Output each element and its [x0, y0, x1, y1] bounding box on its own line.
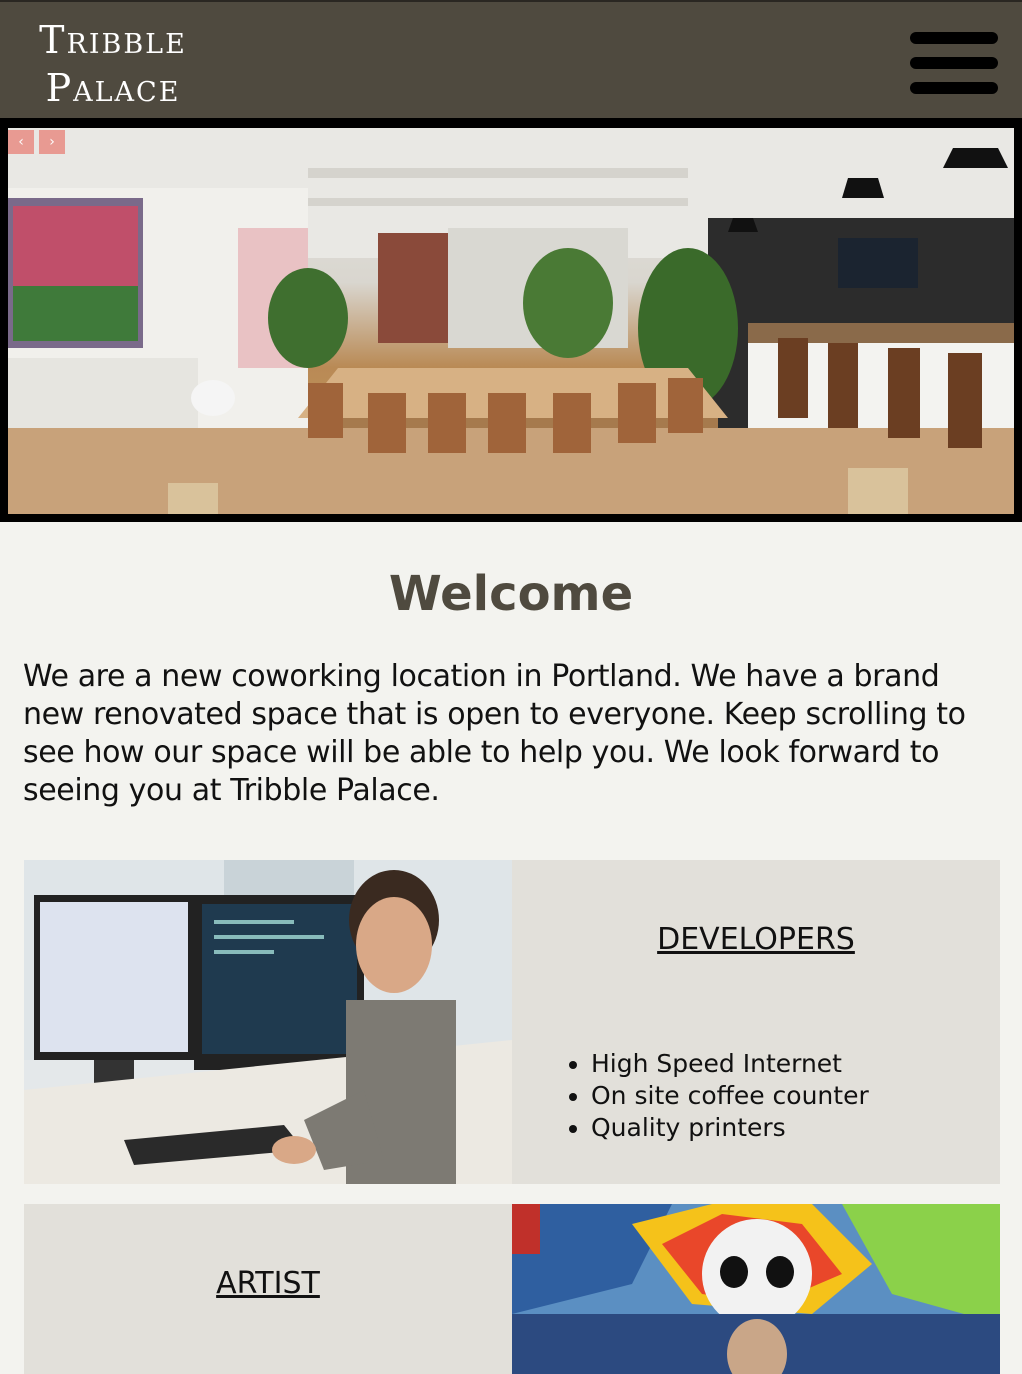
developers-card: DEVELOPERS High Speed Internet On site c… [24, 860, 1000, 1184]
hamburger-menu-icon[interactable] [908, 30, 1000, 96]
list-item: Quality printers [591, 1112, 869, 1144]
list-item: On site coffee counter [591, 1080, 869, 1112]
developer-photo [24, 860, 512, 1184]
developers-feature-list: High Speed Internet On site coffee count… [591, 1048, 869, 1144]
artist-card: ARTIST [24, 1204, 1000, 1374]
carousel-next-button[interactable]: › [39, 130, 65, 154]
site-logo[interactable]: Tribble Palace [18, 16, 208, 112]
logo-line-2: Palace [45, 66, 181, 110]
page-title: Welcome [388, 566, 634, 622]
hero-carousel: ‹ › [0, 118, 1022, 522]
list-item: High Speed Internet [591, 1048, 869, 1080]
intro-paragraph: We are a new coworking location in Portl… [23, 659, 966, 808]
artist-mural-photo [512, 1204, 1000, 1374]
carousel-prev-button[interactable]: ‹ [8, 130, 34, 154]
developers-link[interactable]: DEVELOPERS [512, 922, 1000, 957]
coworking-space-photo [8, 128, 1014, 514]
logo-line-1: Tribble [39, 18, 187, 62]
artist-link[interactable]: ARTIST [24, 1266, 512, 1301]
site-header: Tribble Palace [0, 0, 1022, 118]
